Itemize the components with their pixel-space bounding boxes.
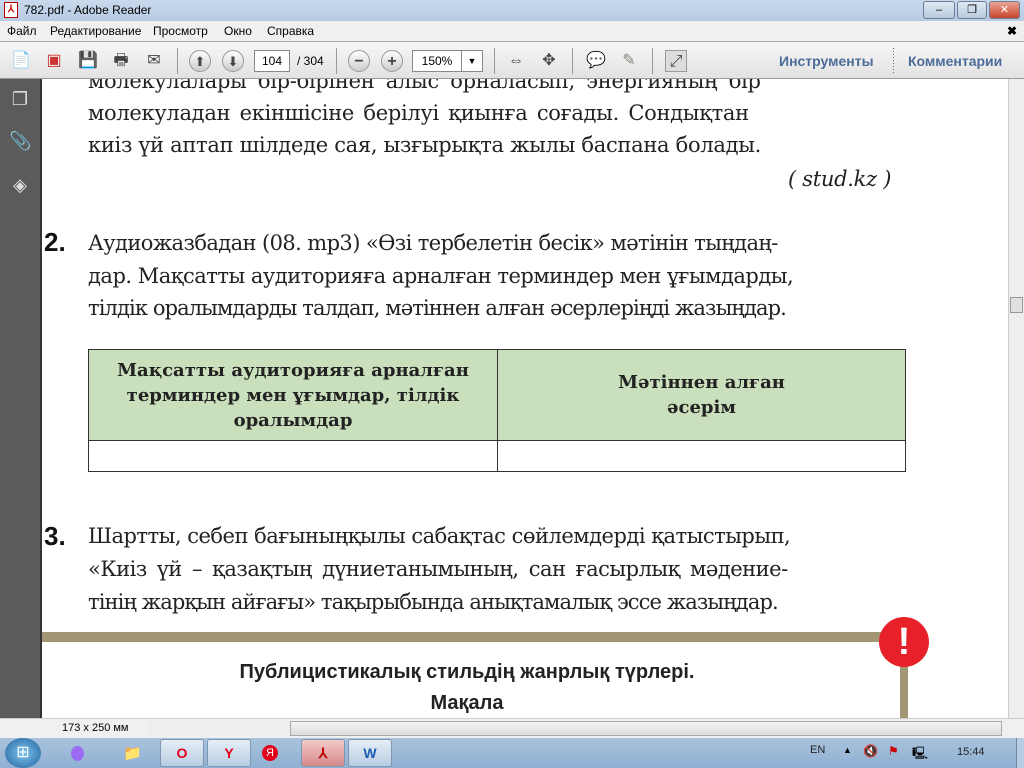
- task-line: «Киіз үй – қазақтың дүниетанымының, сан …: [88, 557, 788, 581]
- task-number: 2.: [44, 227, 66, 257]
- page-number-input[interactable]: 104: [254, 50, 290, 72]
- table-header: Мәтіннен алған әсерім: [497, 349, 906, 441]
- menu-bar: Файл Редактирование Просмотр Окно Справк…: [0, 21, 1024, 41]
- page-size: 173 x 250 мм: [62, 722, 129, 734]
- save-icon[interactable]: 💾: [77, 50, 99, 72]
- section-heading-line: Мақала: [430, 692, 504, 714]
- menu-window[interactable]: Окно: [224, 24, 252, 38]
- tools-button[interactable]: Инструменты: [779, 53, 874, 69]
- impressions-table: Мақсатты аудиторияға арналған терминдер …: [88, 349, 906, 472]
- vertical-scroll-thumb[interactable]: [1010, 297, 1023, 313]
- menu-help[interactable]: Справка: [267, 24, 314, 38]
- menu-file[interactable]: Файл: [7, 24, 37, 38]
- create-pdf-icon[interactable]: ▣: [43, 50, 65, 72]
- task-line: тілдік оралымдарды талдап, мәтіннен алға…: [88, 296, 787, 320]
- toolbar: 📄 ▣ 💾 🖶 ✉ ⬆ ⬇ 104 / 304 − + 150% ▼ ⇔ ✥ 💬…: [0, 41, 1024, 79]
- task-line: Аудиожазбадан (08. mp3) «Өзі тербелетін …: [88, 231, 778, 255]
- menu-view[interactable]: Просмотр: [153, 24, 208, 38]
- taskbar-opera[interactable]: O: [160, 739, 204, 767]
- next-page-icon[interactable]: ⬇: [222, 50, 244, 72]
- taskbar-yandex-browser[interactable]: Y: [207, 739, 251, 767]
- menu-edit[interactable]: Редактирование: [50, 24, 141, 38]
- task-line: дар. Мақсатты аудиторияға арналған терми…: [88, 264, 794, 288]
- attachments-icon[interactable]: 📎: [9, 131, 31, 153]
- navigation-pane: ❐ 📎 ◈: [0, 79, 40, 718]
- alice-icon[interactable]: [71, 746, 84, 761]
- table-row: [88, 440, 906, 472]
- network-icon[interactable]: 🖳: [912, 744, 928, 765]
- task-line: Шартты, себеп бағыныңқылы сабақтас сөйле…: [88, 524, 791, 548]
- show-desktop-button[interactable]: [1016, 738, 1024, 768]
- action-center-icon[interactable]: ⚑: [888, 744, 899, 758]
- layers-icon[interactable]: ◈: [9, 175, 31, 197]
- zoom-out-icon[interactable]: −: [348, 50, 370, 72]
- minimize-button[interactable]: ‒: [923, 1, 955, 19]
- horizontal-scrollbar[interactable]: [148, 721, 1008, 736]
- restore-button[interactable]: ❐: [957, 1, 987, 19]
- page-total: / 304: [297, 54, 324, 68]
- comments-button[interactable]: Комментарии: [908, 53, 1002, 69]
- section-divider: [42, 632, 902, 642]
- open-file-icon[interactable]: 📄: [10, 50, 32, 72]
- paragraph-line: молекуладан екіншісіне берілуі қиынға со…: [88, 101, 749, 125]
- source-citation: ( stud.kz ): [788, 167, 892, 191]
- status-bar: 173 x 250 мм: [0, 718, 1024, 738]
- taskbar-adobe-reader[interactable]: ⅄: [301, 739, 345, 767]
- fit-page-icon[interactable]: ✥: [538, 50, 560, 72]
- email-icon[interactable]: ✉: [143, 50, 165, 72]
- full-screen-icon[interactable]: ⤢: [665, 50, 687, 72]
- section-heading-line: Публицистикалық стильдің жанрлық түрлері…: [239, 661, 695, 683]
- zoom-dropdown-icon[interactable]: ▼: [461, 50, 483, 72]
- table-header: Мақсатты аудиторияға арналған терминдер …: [88, 349, 498, 441]
- task-number: 3.: [44, 521, 66, 551]
- horizontal-scroll-thumb[interactable]: [290, 721, 1002, 736]
- paragraph-line: молекулалары бір-бірінен алыс орналасып,…: [88, 79, 761, 93]
- vertical-scrollbar[interactable]: [1008, 79, 1024, 718]
- start-button[interactable]: ⊞: [5, 738, 41, 768]
- close-button[interactable]: ✕: [989, 1, 1020, 19]
- window-title: 782.pdf - Adobe Reader: [24, 3, 152, 17]
- tray-expand-icon[interactable]: ▲: [843, 745, 852, 755]
- comment-icon[interactable]: 💬: [585, 50, 607, 72]
- taskbar-yandex[interactable]: Я: [262, 745, 278, 761]
- taskbar: ⊞ 📁 O Y Я ⅄ W EN ▲ 🔇 ⚑ 🖳 15:44: [0, 738, 1024, 768]
- close-toolbar-icon[interactable]: ✖: [1007, 24, 1017, 38]
- pdf-app-icon: ⅄: [4, 2, 18, 18]
- table-cell[interactable]: [497, 440, 906, 472]
- taskbar-word[interactable]: W: [348, 739, 392, 767]
- task-line: тінің жарқын айғағы» тақырыбында анықтам…: [88, 590, 779, 614]
- table-cell[interactable]: [88, 440, 498, 472]
- fit-width-icon[interactable]: ⇔: [505, 50, 527, 72]
- clock[interactable]: 15:44: [957, 746, 985, 758]
- title-bar: ⅄ 782.pdf - Adobe Reader ‒ ❐ ✕: [0, 0, 1024, 21]
- print-icon[interactable]: 🖶: [110, 50, 132, 72]
- prev-page-icon[interactable]: ⬆: [189, 50, 211, 72]
- document-page: молекулалары бір-бірінен алыс орналасып,…: [40, 79, 1008, 718]
- zoom-input[interactable]: 150%: [412, 50, 462, 72]
- volume-muted-icon[interactable]: 🔇: [863, 744, 878, 758]
- explorer-icon[interactable]: 📁: [123, 744, 142, 762]
- language-indicator[interactable]: EN: [810, 744, 825, 756]
- section-heading: Публицистикалық стильдің жанрлық түрлері…: [42, 657, 892, 718]
- pages-icon[interactable]: ❐: [9, 89, 31, 111]
- highlight-text-icon[interactable]: ✎: [618, 50, 640, 72]
- zoom-in-icon[interactable]: +: [381, 50, 403, 72]
- paragraph-line: киіз үй аптап шілдеде сая, ызғырықта жыл…: [88, 133, 762, 157]
